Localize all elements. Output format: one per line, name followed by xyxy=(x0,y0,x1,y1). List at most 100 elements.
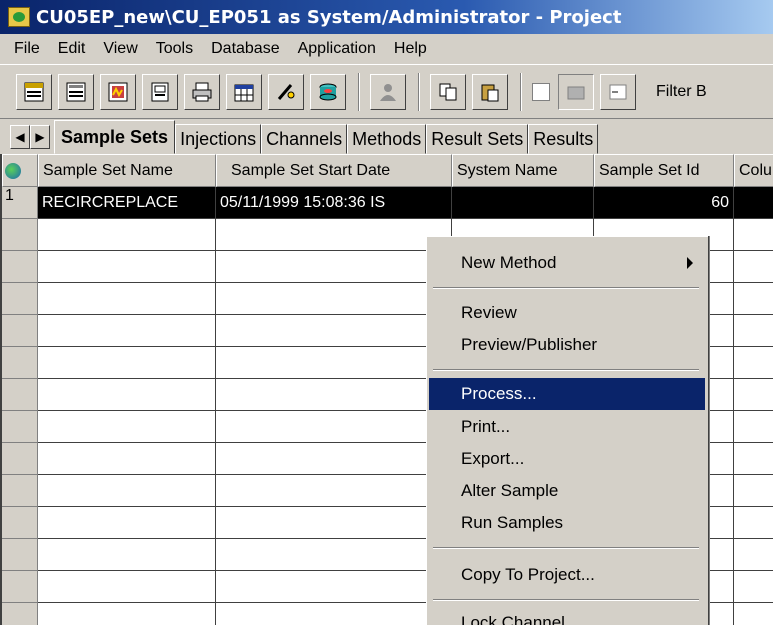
layout-button[interactable] xyxy=(600,73,636,110)
tab-results[interactable]: Results xyxy=(528,124,599,154)
menu-item-preview-publisher[interactable]: Preview/Publisher xyxy=(429,329,705,361)
table-cell-start-date[interactable] xyxy=(216,539,452,571)
column-header-column[interactable]: Colu xyxy=(734,154,773,187)
pen-button[interactable] xyxy=(268,73,304,110)
table-cell-start-date[interactable] xyxy=(216,603,452,625)
tab-result-sets[interactable]: Result Sets xyxy=(426,124,529,154)
menu-database[interactable]: Database xyxy=(203,40,290,58)
menu-item-export[interactable]: Export... xyxy=(429,443,705,475)
methods-button[interactable] xyxy=(142,73,178,110)
menu-item-run-samples[interactable]: Run Samples xyxy=(429,507,705,539)
menu-file[interactable]: File xyxy=(6,40,50,58)
row-header[interactable] xyxy=(2,539,38,571)
filter-button[interactable] xyxy=(558,73,594,110)
menu-item-alter-sample[interactable]: Alter Sample xyxy=(429,475,705,507)
table-cell-start-date[interactable] xyxy=(216,251,452,283)
table-cell-start-date[interactable]: 05/11/1999 15:08:36 IS xyxy=(216,187,452,219)
menu-tools[interactable]: Tools xyxy=(148,40,203,58)
row-header[interactable] xyxy=(2,411,38,443)
table-cell-start-date[interactable] xyxy=(216,411,452,443)
row-header[interactable] xyxy=(2,315,38,347)
print-button[interactable] xyxy=(184,73,220,110)
row-header[interactable]: 1 xyxy=(2,187,38,219)
table-cell-column[interactable] xyxy=(734,379,773,411)
table-cell-start-date[interactable] xyxy=(216,315,452,347)
tab-methods[interactable]: Methods xyxy=(347,124,427,154)
menu-view[interactable]: View xyxy=(95,40,147,58)
table-cell-name[interactable] xyxy=(38,411,216,443)
column-header-name[interactable]: Sample Set Name xyxy=(38,154,216,187)
row-header[interactable] xyxy=(2,379,38,411)
table-cell-name[interactable]: RECIRCREPLACE xyxy=(38,187,216,219)
menu-item-review[interactable]: Review xyxy=(429,297,705,329)
table-button[interactable] xyxy=(226,73,262,110)
table-cell-column[interactable] xyxy=(734,283,773,315)
table-cell-column[interactable] xyxy=(734,443,773,475)
table-cell-name[interactable] xyxy=(38,251,216,283)
table-cell-start-date[interactable] xyxy=(216,347,452,379)
select-all-corner[interactable] xyxy=(2,154,38,187)
table-cell-start-date[interactable] xyxy=(216,219,452,251)
tab-channels[interactable]: Channels xyxy=(261,124,348,154)
table-cell-start-date[interactable] xyxy=(216,475,452,507)
row-header[interactable] xyxy=(2,507,38,539)
row-header[interactable] xyxy=(2,347,38,379)
table-cell-start-date[interactable] xyxy=(216,507,452,539)
table-cell-column[interactable] xyxy=(734,347,773,379)
column-header-sample-set-id[interactable]: Sample Set Id xyxy=(594,154,734,187)
table-row[interactable]: 1 RECIRCREPLACE 05/11/1999 15:08:36 IS 60 xyxy=(2,187,773,219)
table-cell-system[interactable] xyxy=(452,187,594,219)
tab-injections[interactable]: Injections xyxy=(175,124,262,154)
table-cell-column[interactable] xyxy=(734,603,773,625)
table-cell-column[interactable] xyxy=(734,475,773,507)
menu-application[interactable]: Application xyxy=(290,40,386,58)
table-cell-column[interactable] xyxy=(734,571,773,603)
column-header-system-name[interactable]: System Name xyxy=(452,154,594,187)
table-cell-name[interactable] xyxy=(38,283,216,315)
table-cell-start-date[interactable] xyxy=(216,283,452,315)
injections-button[interactable] xyxy=(58,73,94,110)
copy-button[interactable] xyxy=(430,73,466,110)
table-cell-name[interactable] xyxy=(38,571,216,603)
channels-button[interactable] xyxy=(100,73,136,110)
tab-scroll-right-button[interactable]: ▶ xyxy=(30,125,50,149)
tab-sample-sets[interactable]: Sample Sets xyxy=(54,120,176,154)
row-header[interactable] xyxy=(2,283,38,315)
table-cell-column[interactable] xyxy=(734,187,773,219)
table-cell-name[interactable] xyxy=(38,379,216,411)
table-cell-column[interactable] xyxy=(734,411,773,443)
sample-sets-button[interactable] xyxy=(16,73,52,110)
database-button[interactable] xyxy=(310,73,346,110)
menu-item-process[interactable]: Process... xyxy=(429,378,705,410)
tab-scroll-left-button[interactable]: ◀ xyxy=(10,125,30,149)
table-cell-column[interactable] xyxy=(734,219,773,251)
title-bar[interactable]: CU05EP_new\CU_EP051 as System/Administra… xyxy=(0,0,773,34)
table-cell-id[interactable]: 60 xyxy=(594,187,734,219)
paste-button[interactable] xyxy=(472,73,508,110)
table-cell-name[interactable] xyxy=(38,315,216,347)
table-cell-column[interactable] xyxy=(734,315,773,347)
row-header[interactable] xyxy=(2,251,38,283)
row-header[interactable] xyxy=(2,475,38,507)
menu-item-lock-channel[interactable]: Lock Channel xyxy=(429,607,705,625)
row-header[interactable] xyxy=(2,219,38,251)
row-header[interactable] xyxy=(2,603,38,625)
menu-help[interactable]: Help xyxy=(386,40,437,58)
table-cell-column[interactable] xyxy=(734,251,773,283)
table-cell-start-date[interactable] xyxy=(216,571,452,603)
table-cell-name[interactable] xyxy=(38,507,216,539)
row-header[interactable] xyxy=(2,443,38,475)
column-header-start-date[interactable]: Sample Set Start Date xyxy=(216,154,452,187)
table-cell-column[interactable] xyxy=(734,539,773,571)
table-cell-name[interactable] xyxy=(38,443,216,475)
row-header[interactable] xyxy=(2,571,38,603)
table-cell-name[interactable] xyxy=(38,539,216,571)
table-cell-name[interactable] xyxy=(38,475,216,507)
table-cell-name[interactable] xyxy=(38,347,216,379)
table-cell-start-date[interactable] xyxy=(216,443,452,475)
table-cell-column[interactable] xyxy=(734,507,773,539)
menu-item-copy-to-project[interactable]: Copy To Project... xyxy=(429,559,705,591)
table-cell-start-date[interactable] xyxy=(216,379,452,411)
menu-item-print[interactable]: Print... xyxy=(429,411,705,443)
menu-edit[interactable]: Edit xyxy=(50,40,96,58)
